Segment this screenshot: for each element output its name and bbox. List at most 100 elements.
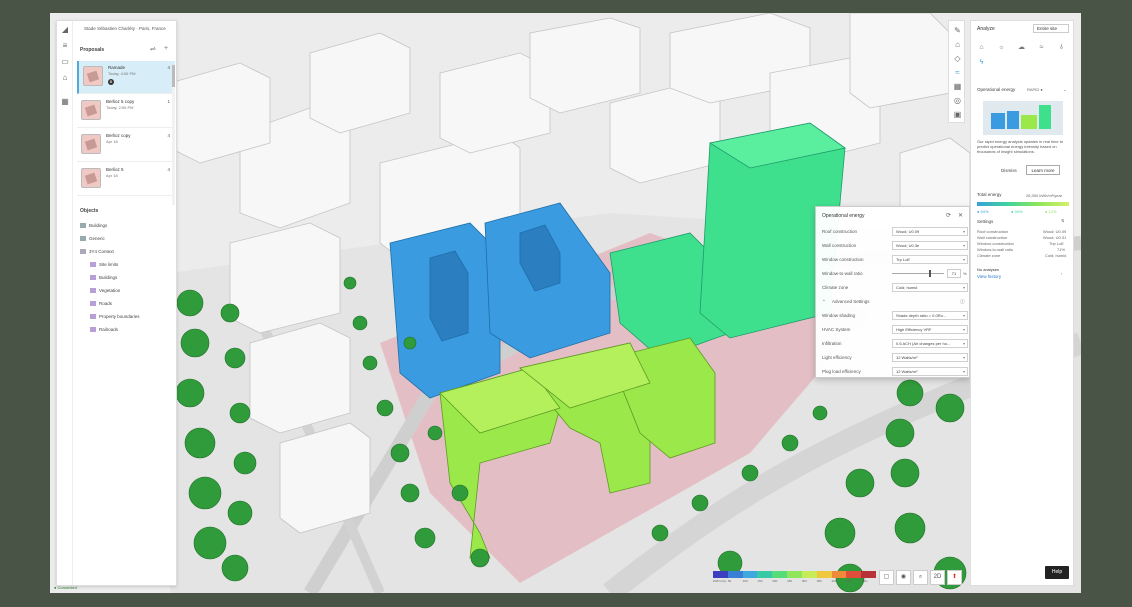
plug-load-select[interactable]: 12 Watts/m² [892,367,968,376]
eye-icon[interactable]: ◉ [896,570,911,585]
setting-value: Wood; U0.31 [1043,235,1067,240]
connection-status: ● Connected [54,585,77,590]
chevron-right-icon[interactable]: › [1061,271,1062,276]
hvac-row: HVAC System High Efficiency VRF [822,325,968,336]
hvac-select[interactable]: High Efficiency VRF [892,325,968,334]
compass-icon[interactable]: ⬆ [947,570,962,585]
proposal-item-berlioz-copy[interactable]: Berlioz copy Apr 18 4 [77,129,175,162]
setting-key: Roof construction [977,229,1009,234]
proposal-item-ramade[interactable]: Ramade Today, 4:06 PM 4 B [77,61,175,94]
generic-layer-icon [80,236,86,242]
help-circle-icon[interactable]: ⓘ [960,299,965,305]
object-item-vegetation[interactable]: Vegetation [90,288,120,294]
help-button[interactable]: Help [1045,566,1069,579]
object-item-context-buildings[interactable]: Buildings [90,275,117,281]
object-item-site-limits[interactable]: Site limits [90,262,118,268]
add-icon[interactable]: + [164,45,168,52]
tree [343,276,357,290]
grid-tool-icon[interactable]: ▦ [952,81,963,92]
proposal-name: Berlioz copy [106,133,131,138]
window-shading-select[interactable]: Shade depth ratio = 0.0Ro... [892,311,968,320]
infiltration-select[interactable]: 0.6 ACH (Air changes per ho... [892,339,968,348]
view-history-link[interactable]: View history [977,274,1001,279]
vegetation-icon [90,288,96,294]
object-item-context[interactable]: 3Y4 Context [80,249,114,255]
proposal-item-berlioz-5[interactable]: Berlioz 5 Apr 18 4 [77,163,175,196]
tree [227,500,253,526]
tool-strip: ✎ ⌂ ◇ ≈ ▦ ◎ ▣ [948,20,965,123]
object-item-property-boundaries[interactable]: Property boundaries [90,314,140,320]
advanced-settings-toggle[interactable]: ⌃ Advanced Settings ⓘ [822,297,967,308]
search-icon[interactable]: ⌕ [913,570,928,585]
infiltration-row: Infiltration 0.6 ACH (Air changes per ho… [822,339,968,350]
legend-swatch [772,571,788,578]
window-to-wall-slider[interactable] [892,270,944,277]
energy-icon[interactable]: ϟ [977,58,986,67]
tree [741,464,759,482]
bar-label-1: ● 54% [977,209,989,214]
wall-construction-row: Wall construction Wood; U0.3e [822,241,968,252]
proposal-item-berlioz-5-copy[interactable]: Berlioz 5 copy Today, 2:55 PM 1 [77,95,175,128]
energy-legend [713,571,876,578]
building-cat-icon[interactable]: ⌂ [977,43,986,52]
object-item-generic[interactable]: Generic [80,236,105,242]
scope-select[interactable]: Entire site [1033,24,1069,33]
proposal-thumbnail [83,66,103,86]
roof-construction-select[interactable]: Wood; U0.09 [892,227,968,236]
settings-sliders-icon[interactable]: ⇅ [1061,218,1064,223]
legend-label: 200 [772,579,778,583]
proposal-thumbnail [81,168,101,188]
tree [220,303,240,323]
window-construction-label: Window construction [822,257,864,262]
thermometer-icon[interactable]: ⫰ [1057,43,1066,52]
logo-icon[interactable]: ◢ [60,25,70,35]
menu-icon[interactable]: ≡ [60,41,70,51]
wind-icon[interactable]: ≈ [952,67,963,78]
wall-construction-label: Wall construction [822,243,857,248]
window-to-wall-input[interactable]: 71 [947,269,961,278]
proposal-thumbnail [81,134,101,154]
layers-icon[interactable]: ▭ [60,57,70,67]
tree [824,517,856,549]
filter-icon[interactable]: ⇌ [150,45,156,53]
window-to-wall-label: Window-to-wall ratio [822,271,863,276]
sun-icon[interactable]: ☼ [997,43,1006,52]
square-view-icon[interactable]: ▢ [879,570,894,585]
close-icon[interactable]: ✕ [958,212,963,219]
light-efficiency-select[interactable]: 12 Watts/m² [892,353,968,362]
analysis-categories: ⌂ ☼ ☁ ≈ ⫰ ϟ [977,43,1071,73]
boundary-icon [90,314,96,320]
pencil-icon[interactable]: ✎ [952,25,963,36]
object-item-railroads[interactable]: Railroads [90,327,118,333]
learn-more-button[interactable]: Learn more [1026,165,1060,175]
scrollbar-thumb[interactable] [172,65,175,87]
setting-value: Trip LoE [1049,241,1064,246]
objects-heading: Objects [80,208,99,214]
refresh-icon[interactable]: ⟳ [946,212,951,219]
project-title: Stade Sébastien Charléty · Paris, France [84,26,166,31]
target-icon[interactable]: ◎ [952,95,963,106]
proposal-count: 4 [167,65,170,70]
wall-construction-select[interactable]: Wood; U0.3e [892,241,968,250]
view-2d-button[interactable]: 2D [930,570,945,585]
slider-knob[interactable] [928,270,931,277]
cloud-icon[interactable]: ☁ [1017,43,1026,52]
proposals-scrollbar[interactable] [172,65,175,205]
wind-cat-icon[interactable]: ≈ [1037,43,1046,52]
map-icon[interactable]: ⌂ [60,73,70,83]
context-building [229,222,341,334]
object-item-buildings[interactable]: Buildings [80,223,107,229]
grid-icon[interactable]: ▦ [60,97,70,107]
shape-icon[interactable]: ◇ [952,53,963,64]
chevron-down-icon[interactable]: ⌄ [1063,87,1066,92]
rapid-badge: RAPID ● [1027,87,1043,92]
climate-zone-select[interactable]: Cold; humid [892,283,968,292]
tree [470,548,490,568]
dismiss-link[interactable]: Dismiss [1001,168,1017,173]
tree [229,402,251,424]
cube-icon[interactable]: ▣ [952,109,963,120]
setting-key: Window construction [977,241,1014,246]
window-construction-select[interactable]: Trp LoE [892,255,968,264]
building-icon[interactable]: ⌂ [952,39,963,50]
object-item-roads[interactable]: Roads [90,301,112,307]
